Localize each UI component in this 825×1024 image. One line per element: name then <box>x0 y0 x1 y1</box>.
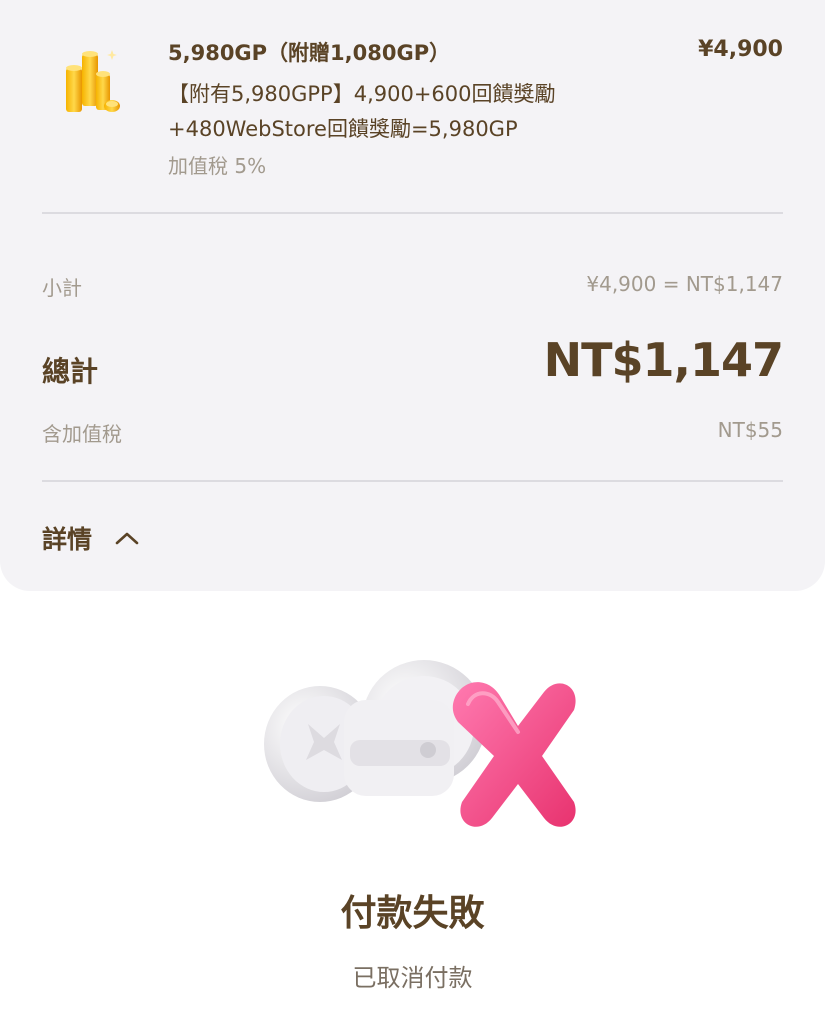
subtotal-value: ¥4,900 = NT$1,147 <box>586 272 783 296</box>
product-tax-rate: 加值稅 5% <box>168 154 267 178</box>
order-summary-card: 5,980GP（附贈1,080GP） ¥4,900 【附有5,980GPP】4,… <box>0 0 825 591</box>
divider <box>42 480 783 482</box>
chevron-up-icon <box>115 532 139 545</box>
payment-status-subtitle: 已取消付款 <box>352 964 473 992</box>
product-price: ¥4,900 <box>698 37 783 62</box>
product-description-line: 【附有5,980GPP】4,900+600回饋獎勵 <box>168 82 556 106</box>
total-label: 總計 <box>42 355 99 388</box>
tax-included-value: NT$55 <box>717 418 783 442</box>
gold-coins-icon <box>66 50 120 112</box>
divider <box>42 212 783 214</box>
total-value: NT$1,147 <box>543 333 784 387</box>
details-toggle[interactable]: 詳情 <box>42 520 140 556</box>
subtotal-label: 小計 <box>42 276 82 300</box>
product-description: 【附有5,980GPP】4,900+600回饋獎勵 +480WebStore回饋… <box>168 77 638 147</box>
details-label: 詳情 <box>42 525 93 554</box>
product-description-line: +480WebStore回饋獎勵=5,980GP <box>168 117 518 141</box>
payment-failed-icon <box>264 660 576 827</box>
payment-status-title: 付款失敗 <box>340 893 485 934</box>
tax-included-label: 含加值稅 <box>42 422 122 446</box>
product-title: 5,980GP（附贈1,080GP） <box>168 41 451 65</box>
